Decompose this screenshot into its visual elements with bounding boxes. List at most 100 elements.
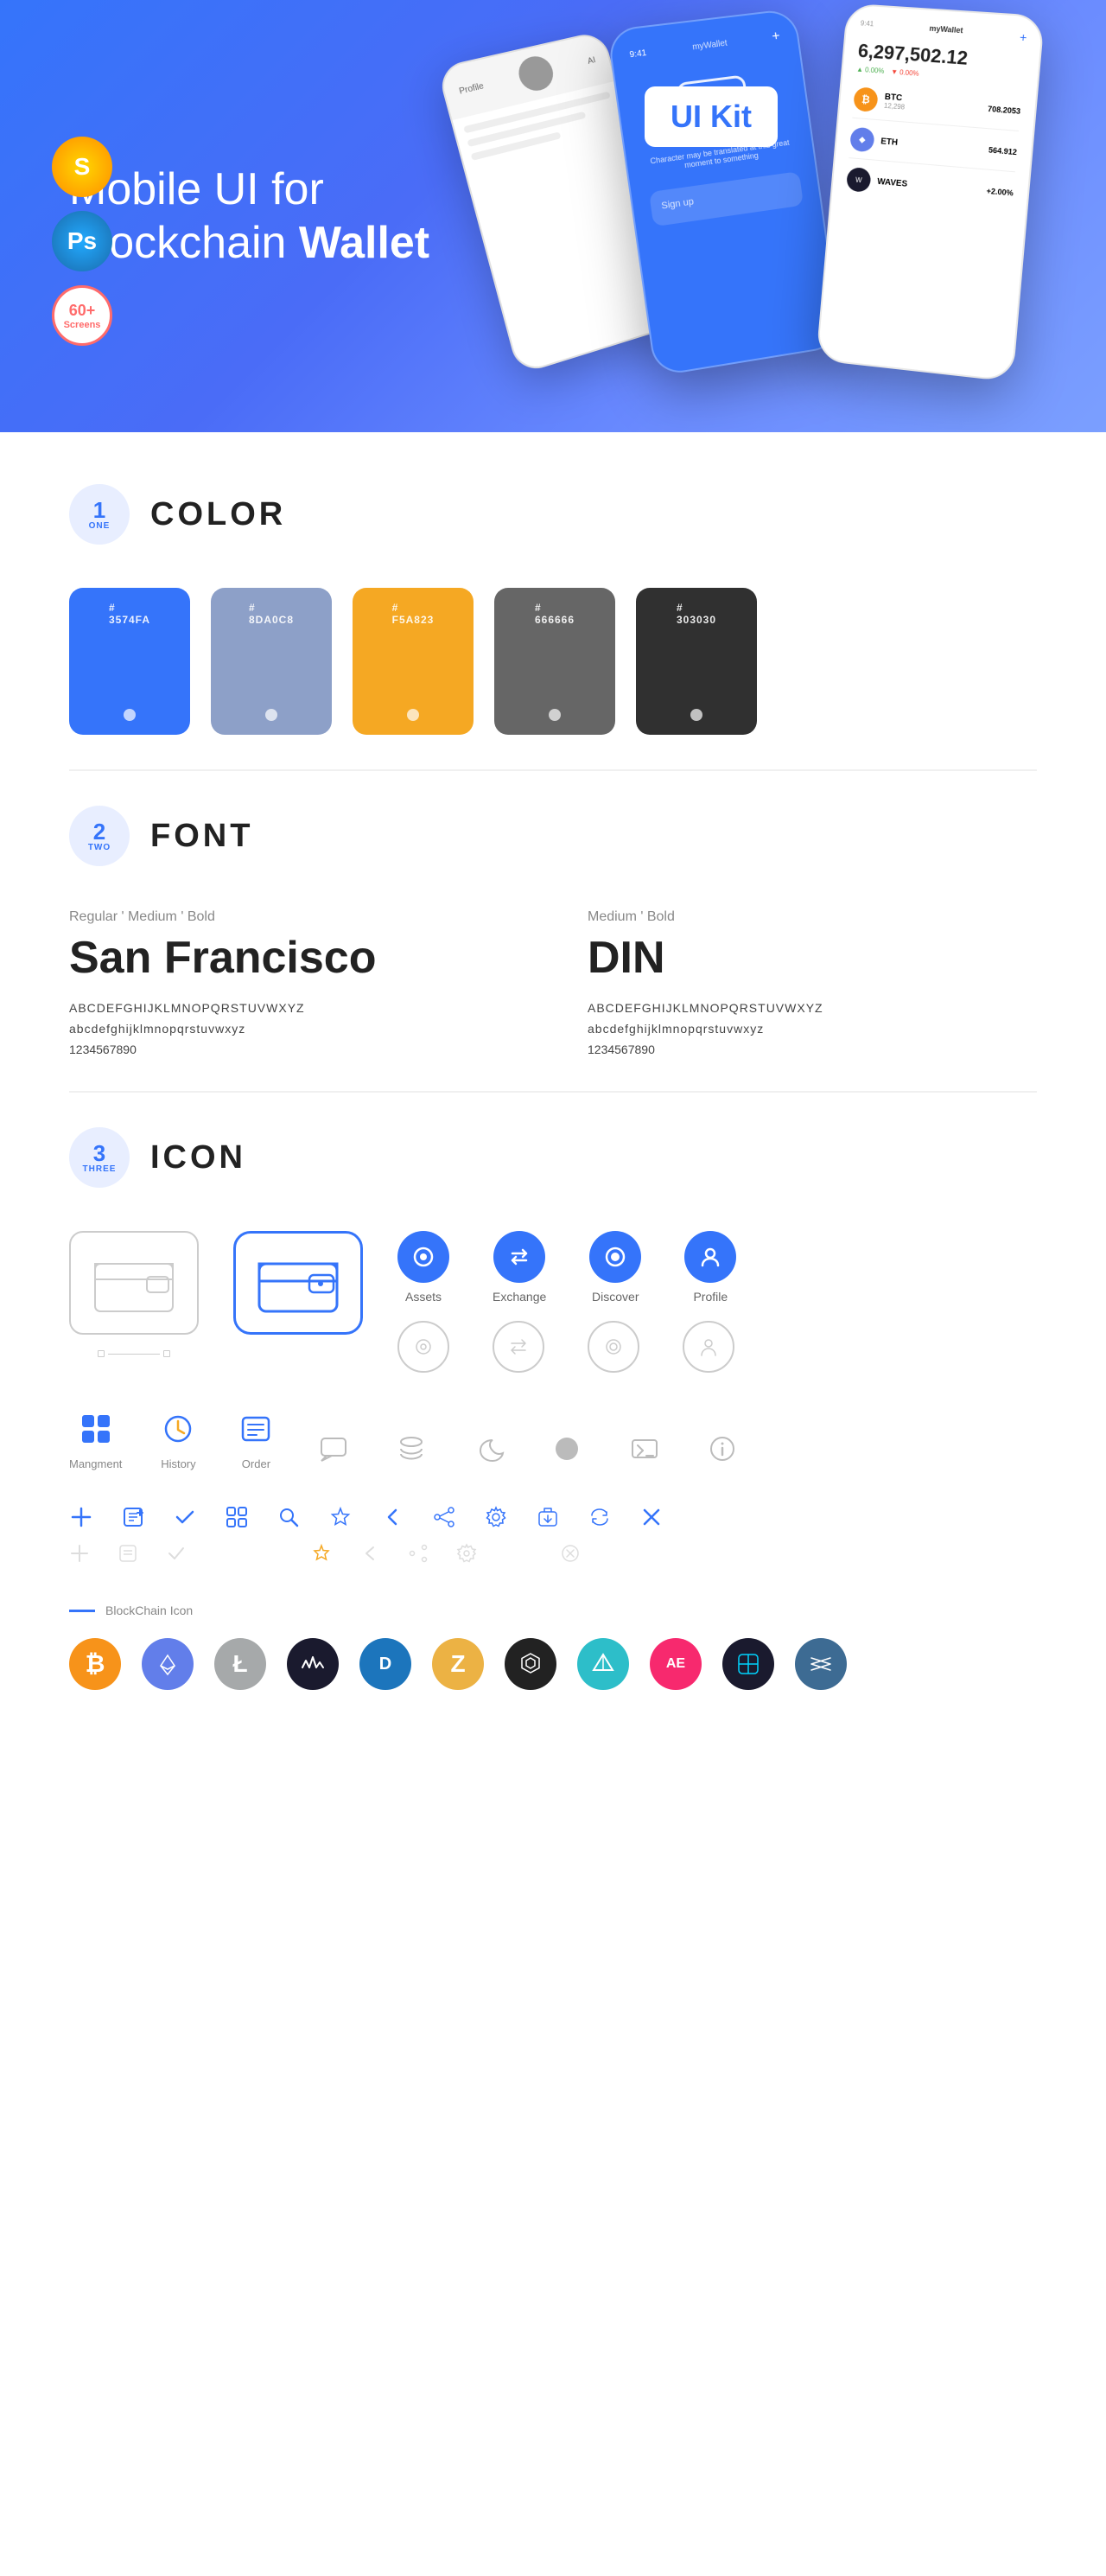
star-outline-icon <box>311 1543 332 1569</box>
font-sf-upper: ABCDEFGHIJKLMNOPQRSTUVWXYZ <box>69 1001 518 1015</box>
close-outline-icon <box>560 1543 581 1569</box>
hero-title: Mobile UI for Blockchain Wallet <box>69 163 518 271</box>
chevron-left-outline-icon <box>359 1543 380 1569</box>
phone-mockups: Profile AI 9:41 myWallet + <box>458 9 1106 432</box>
check-outline-icon <box>166 1543 187 1569</box>
order-nav-item: Order <box>234 1407 277 1470</box>
font-sf-name: San Francisco <box>69 932 518 984</box>
icon-section-header: 3 THREE ICON <box>69 1127 1037 1188</box>
discover-outline-icon <box>588 1321 639 1373</box>
zcash-icon: Z <box>432 1638 484 1690</box>
profile-icon <box>684 1231 736 1283</box>
discover-icon <box>589 1231 641 1283</box>
font-sf-nums: 1234567890 <box>69 1043 518 1056</box>
ui-kit-badge: UI Kit <box>645 86 778 147</box>
discover-label: Discover <box>592 1290 639 1304</box>
ui-kit-label: UI Kit <box>671 99 752 134</box>
icon-title: ICON <box>150 1139 246 1176</box>
font-din-lower: abcdefghijklmnopqrstuvwxyz <box>588 1022 1037 1036</box>
font-sf: Regular ' Medium ' Bold San Francisco AB… <box>69 909 518 1056</box>
ps-icon: Ps <box>52 211 112 271</box>
font-din: Medium ' Bold DIN ABCDEFGHIJKLMNOPQRSTUV… <box>588 909 1037 1056</box>
exchange-label: Exchange <box>493 1290 546 1304</box>
color-section-header: 1 ONE COLOR <box>69 484 1037 545</box>
close-icon <box>639 1505 664 1529</box>
order-label: Order <box>242 1457 270 1470</box>
font-columns: Regular ' Medium ' Bold San Francisco AB… <box>69 909 1037 1056</box>
share-icon <box>432 1505 456 1529</box>
assets-label: Assets <box>405 1290 442 1304</box>
bottom-nav-icons: Mangment History Order <box>69 1407 1037 1470</box>
settings-icon <box>484 1505 508 1529</box>
plus-icon <box>69 1505 93 1529</box>
management-label: Mangment <box>69 1457 122 1470</box>
blockchain-line <box>69 1610 95 1612</box>
history-icon <box>156 1407 200 1451</box>
stellar-icon <box>795 1638 847 1690</box>
profile-label: Profile <box>693 1290 728 1304</box>
settings-outline-icon <box>456 1543 477 1569</box>
info-icon <box>701 1427 744 1470</box>
font-din-upper: ABCDEFGHIJKLMNOPQRSTUVWXYZ <box>588 1001 1037 1015</box>
assets-icon <box>397 1231 449 1283</box>
litecoin-icon: Ł <box>214 1638 266 1690</box>
font-section: 2 TWO FONT Regular ' Medium ' Bold San F… <box>0 771 1106 1091</box>
exchange-icon <box>493 1231 545 1283</box>
font-din-nums: 1234567890 <box>588 1043 1037 1056</box>
chat-icon <box>312 1427 355 1470</box>
bitcoin-icon: ₿ <box>69 1638 121 1690</box>
add-list-outline-icon <box>118 1543 138 1569</box>
ae-icon: AE <box>650 1638 702 1690</box>
network-icon <box>505 1638 556 1690</box>
plus-outline-icon <box>69 1543 90 1569</box>
grid-icon <box>225 1505 249 1529</box>
history-nav-item: History <box>156 1407 200 1470</box>
dash-icon: D <box>359 1638 411 1690</box>
wallet-solid <box>233 1231 363 1335</box>
nav-icons-outline <box>397 1321 736 1373</box>
profile-icon-item: Profile <box>684 1231 736 1304</box>
color-title: COLOR <box>150 496 286 533</box>
hero-title-bold: Wallet <box>299 218 429 268</box>
font-din-style: Medium ' Bold <box>588 909 1037 925</box>
chevron-left-icon <box>380 1505 404 1529</box>
gnosis-icon <box>722 1638 774 1690</box>
color-swatch-lightblue: #8DA0C8 <box>211 588 332 735</box>
screens-badge: 60+ Screens <box>52 285 112 346</box>
tool-icons-row <box>69 1505 1037 1529</box>
discover-icon-item: Discover <box>589 1231 641 1304</box>
hero-section: Mobile UI for Blockchain Wallet UI Kit S… <box>0 0 1106 432</box>
waves-icon <box>287 1638 339 1690</box>
star-icon <box>328 1505 353 1529</box>
circle-solid-icon <box>545 1427 588 1470</box>
color-section: 1 ONE COLOR #3574FA #8DA0C8 #F5A823 #666… <box>0 432 1106 769</box>
exchange-icon-item: Exchange <box>493 1231 546 1304</box>
aragon-icon <box>577 1638 629 1690</box>
terminal-icon <box>623 1427 666 1470</box>
font-section-header: 2 TWO FONT <box>69 806 1037 866</box>
add-list-icon <box>121 1505 145 1529</box>
color-swatch-dark: #303030 <box>636 588 757 735</box>
font-din-name: DIN <box>588 932 1037 984</box>
layers-icon <box>390 1427 433 1470</box>
color-swatches: #3574FA #8DA0C8 #F5A823 #666666 #303030 <box>69 588 1037 735</box>
management-icon <box>74 1407 118 1451</box>
sync-icon <box>588 1505 612 1529</box>
blockchain-header: BlockChain Icon <box>69 1604 1037 1617</box>
assets-icon-item: Assets <box>397 1231 449 1304</box>
color-swatch-orange: #F5A823 <box>353 588 474 735</box>
color-section-number: 1 ONE <box>69 484 130 545</box>
font-section-number: 2 TWO <box>69 806 130 866</box>
profile-outline-icon <box>683 1321 734 1373</box>
check-icon <box>173 1505 197 1529</box>
blockchain-icons-row: ₿ Ł D Z <box>69 1638 1037 1690</box>
wallet-wireframe <box>69 1231 199 1362</box>
assets-outline-icon <box>397 1321 449 1373</box>
order-icon <box>234 1407 277 1451</box>
font-sf-style: Regular ' Medium ' Bold <box>69 909 518 925</box>
icon-section: 3 THREE ICON <box>0 1093 1106 1776</box>
color-swatch-blue: #3574FA <box>69 588 190 735</box>
exchange-outline-icon <box>493 1321 544 1373</box>
font-title: FONT <box>150 818 253 855</box>
moon-icon <box>467 1427 511 1470</box>
